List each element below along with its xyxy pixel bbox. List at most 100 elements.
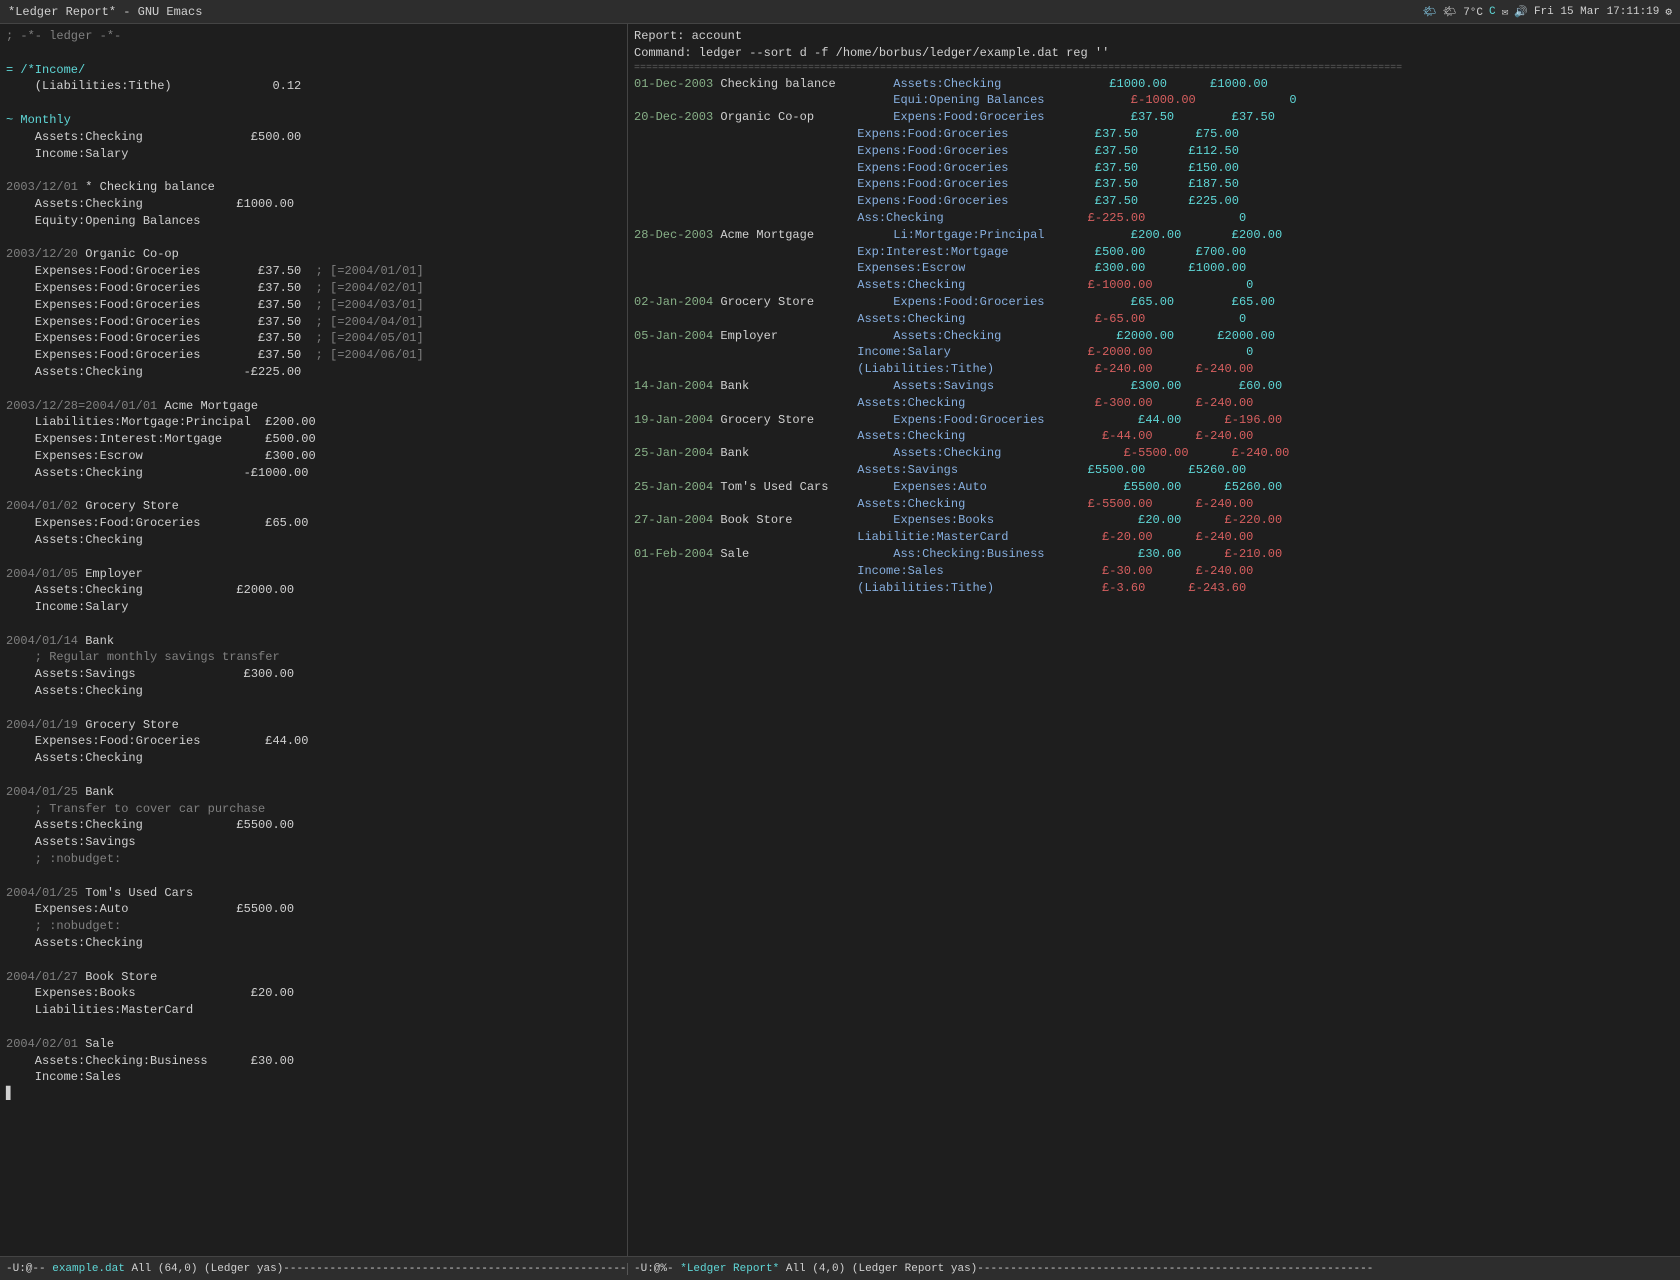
- mail-icon[interactable]: ✉: [1502, 5, 1509, 19]
- left-line-assets-1000: Assets:Checking £1000.00: [6, 196, 621, 213]
- left-line-checking-neg: Assets:Checking -£225.00: [6, 364, 621, 381]
- left-line-monthly: ~ Monthly: [6, 112, 621, 129]
- left-line-grocery-store-2: 2004/01/19 Grocery Store: [6, 717, 621, 734]
- left-line-mortgage-principal: Liabilities:Mortgage:Principal £200.00: [6, 414, 621, 431]
- report-row-3: 00-Xxx-0000 xxxxxxxxxxxxxxxxx Expens:Foo…: [634, 126, 1674, 143]
- report-row-5: 00-Xxx-0000 xxxxxxxxxxxxxxxxx Expens:Foo…: [634, 160, 1674, 177]
- left-line-income: = /*Income/: [6, 62, 621, 79]
- report-row-7: 00-Xxx-0000 xxxxxxxxxxxxxxxxx Expens:Foo…: [634, 193, 1674, 210]
- left-line-used-cars: 2004/01/25 Tom's Used Cars: [6, 885, 621, 902]
- left-line-grocery-1: Expenses:Food:Groceries £37.50 ; [=2004/…: [6, 263, 621, 280]
- status-bar-left: -U:@-- example.dat All (64,0) (Ledger ya…: [0, 1263, 628, 1275]
- left-line-salary: Income:Salary: [6, 146, 621, 163]
- report-row-27: 00-Xxx-0000 xxxxxxxxxxxxxxxxx Liabilitie…: [634, 529, 1674, 546]
- left-line-blank-5: [6, 381, 621, 398]
- left-line-car-comment: ; Transfer to cover car purchase: [6, 801, 621, 818]
- title-bar-right: 🌤 🌤 7°C C ✉ 🔊 Fri 15 Mar 17:11:19 ⚙: [1423, 5, 1672, 19]
- left-line-checking-auto: Assets:Checking: [6, 935, 621, 952]
- left-line-nobudget-1: ; :nobudget:: [6, 851, 621, 868]
- left-line-1: ; -*- ledger -*-: [6, 28, 621, 45]
- left-line-blank-1: [6, 45, 621, 62]
- left-line-business-30: Assets:Checking:Business £30.00: [6, 1053, 621, 1070]
- report-row-4: 00-Xxx-0000 xxxxxxxxxxxxxxxxx Expens:Foo…: [634, 143, 1674, 160]
- report-row-2: 20-Dec-2003 Organic Co-op Expens:Food:Gr…: [634, 109, 1674, 126]
- left-line-blank-11: [6, 868, 621, 885]
- left-line-checking-grocery: Assets:Checking: [6, 532, 621, 549]
- status-right-text: -U:@%- *Ledger Report* All (4,0) (Ledger…: [634, 1263, 1373, 1275]
- report-row-20: 19-Jan-2004 Grocery Store Expens:Food:Gr…: [634, 412, 1674, 429]
- left-line-checking-2000: Assets:Checking £2000.00: [6, 582, 621, 599]
- report-row-21: 00-Xxx-0000 xxxxxxxxxxxxxxxxx Assets:Che…: [634, 428, 1674, 445]
- left-line-blank-8: [6, 616, 621, 633]
- left-line-auto-5500: Expenses:Auto £5500.00: [6, 901, 621, 918]
- datetime: Fri 15 Mar 17:11:19: [1534, 6, 1659, 18]
- report-row-1: 00-Xxx-0000 Equi:Opening Balances £-1000…: [634, 92, 1674, 109]
- left-line-checking: Assets:Checking £500.00: [6, 129, 621, 146]
- title-bar-left: *Ledger Report* - GNU Emacs: [8, 5, 202, 19]
- app-title: *Ledger Report* - GNU Emacs: [8, 5, 202, 19]
- left-line-savings-car: Assets:Savings: [6, 834, 621, 851]
- report-row-17: 00-Xxx-0000 xxxxxxxxxxxxxxxxx (Liabiliti…: [634, 361, 1674, 378]
- left-line-bank-1: 2004/01/14 Bank: [6, 633, 621, 650]
- left-line-blank-2: [6, 95, 621, 112]
- report-separator: ========================================…: [634, 62, 1674, 76]
- report-row-12: 00-Xxx-0000 xxxxxxxxxxxxxxxxx Assets:Che…: [634, 277, 1674, 294]
- report-row-16: 00-Xxx-0000 xxxxxxxxxxxxxxxxx Income:Sal…: [634, 344, 1674, 361]
- left-line-grocery-6: Expenses:Food:Groceries £37.50 ; [=2004/…: [6, 347, 621, 364]
- refresh-icon[interactable]: C: [1489, 6, 1496, 18]
- left-line-escrow: Expenses:Escrow £300.00: [6, 448, 621, 465]
- report-row-11: 00-Xxx-0000 xxxxxxxxxxxxxxxxx Expenses:E…: [634, 260, 1674, 277]
- status-bar-right: -U:@%- *Ledger Report* All (4,0) (Ledger…: [628, 1263, 1680, 1275]
- right-pane[interactable]: Report: account Command: ledger --sort d…: [628, 24, 1680, 1256]
- report-header-label: Report: account: [634, 28, 1674, 45]
- left-line-blank-7: [6, 549, 621, 566]
- left-line-blank-6: [6, 482, 621, 499]
- report-command: Command: ledger --sort d -f /home/borbus…: [634, 45, 1674, 62]
- left-line-cursor: ▋: [6, 1086, 621, 1103]
- report-row-8: 00-Xxx-0000 xxxxxxxxxxxxxxxxx Ass:Checki…: [634, 210, 1674, 227]
- left-line-grocery-store-1: 2004/01/02 Grocery Store: [6, 498, 621, 515]
- left-line-income-sales: Income:Sales: [6, 1069, 621, 1086]
- left-line-blank-9: [6, 700, 621, 717]
- report-row-0: 01-Dec-2003 Checking balance Assets:Chec…: [634, 76, 1674, 93]
- report-row-22: 25-Jan-2004 Bank Assets:Checking £-5500.…: [634, 445, 1674, 462]
- left-line-bank-2: 2004/01/25 Bank: [6, 784, 621, 801]
- left-line-grocery-3: Expenses:Food:Groceries £37.50 ; [=2004/…: [6, 297, 621, 314]
- settings-icon[interactable]: ⚙: [1665, 5, 1672, 19]
- report-row-10: 00-Xxx-0000 xxxxxxxxxxxxxxxxx Exp:Intere…: [634, 244, 1674, 261]
- left-line-grocery-2: Expenses:Food:Groceries £37.50 ; [=2004/…: [6, 280, 621, 297]
- network-icon: 🔊: [1514, 5, 1528, 19]
- report-row-13: 02-Jan-2004 Grocery Store Expens:Food:Gr…: [634, 294, 1674, 311]
- main-content: ; -*- ledger -*- = /*Income/ (Liabilitie…: [0, 24, 1680, 1256]
- report-row-25: 00-Xxx-0000 xxxxxxxxxxxxxxxxx Assets:Che…: [634, 496, 1674, 513]
- left-line-organic: 2003/12/20 Organic Co-op: [6, 246, 621, 263]
- left-line-sale: 2004/02/01 Sale: [6, 1036, 621, 1053]
- report-row-23: 00-Xxx-0000 xxxxxxxxxxxxxxxxx Assets:Sav…: [634, 462, 1674, 479]
- left-line-books-20: Expenses:Books £20.00: [6, 985, 621, 1002]
- report-row-19: 00-Xxx-0000 xxxxxxxxxxxxxxxxx Assets:Che…: [634, 395, 1674, 412]
- title-bar: *Ledger Report* - GNU Emacs 🌤 🌤 7°C C ✉ …: [0, 0, 1680, 24]
- left-pane[interactable]: ; -*- ledger -*- = /*Income/ (Liabilitie…: [0, 24, 628, 1256]
- report-row-15: 05-Jan-2004 Employer Assets:Checking £20…: [634, 328, 1674, 345]
- left-line-grocery-5: Expenses:Food:Groceries £37.50 ; [=2004/…: [6, 330, 621, 347]
- left-line-mortgage: 2003/12/28=2004/01/01 Acme Mortgage: [6, 398, 621, 415]
- report-row-24: 25-Jan-2004 Tom's Used Cars Expenses:Aut…: [634, 479, 1674, 496]
- left-line-grocery-65: Expenses:Food:Groceries £65.00: [6, 515, 621, 532]
- left-line-mastercard: Liabilities:MasterCard: [6, 1002, 621, 1019]
- left-line-blank-10: [6, 767, 621, 784]
- left-line-checking-savings: Assets:Checking: [6, 683, 621, 700]
- weather-icon: 🌤: [1423, 5, 1437, 19]
- left-line-equity: Equity:Opening Balances: [6, 213, 621, 230]
- report-row-30: 00-Xxx-0000 xxxxxxxxxxxxxxxxx (Liabiliti…: [634, 580, 1674, 597]
- left-line-blank-12: [6, 952, 621, 969]
- status-bar: -U:@-- example.dat All (64,0) (Ledger ya…: [0, 1256, 1680, 1280]
- left-line-checking-44: Assets:Checking: [6, 750, 621, 767]
- left-line-blank-13: [6, 1019, 621, 1036]
- left-line-blank-4: [6, 230, 621, 247]
- left-line-income-salary: Income:Salary: [6, 599, 621, 616]
- left-line-grocery-44: Expenses:Food:Groceries £44.00: [6, 733, 621, 750]
- report-row-6: 00-Xxx-0000 xxxxxxxxxxxxxxxxx Expens:Foo…: [634, 176, 1674, 193]
- left-line-employer: 2004/01/05 Employer: [6, 566, 621, 583]
- left-line-savings-comment: ; Regular monthly savings transfer: [6, 649, 621, 666]
- left-line-tithe: (Liabilities:Tithe) 0.12: [6, 78, 621, 95]
